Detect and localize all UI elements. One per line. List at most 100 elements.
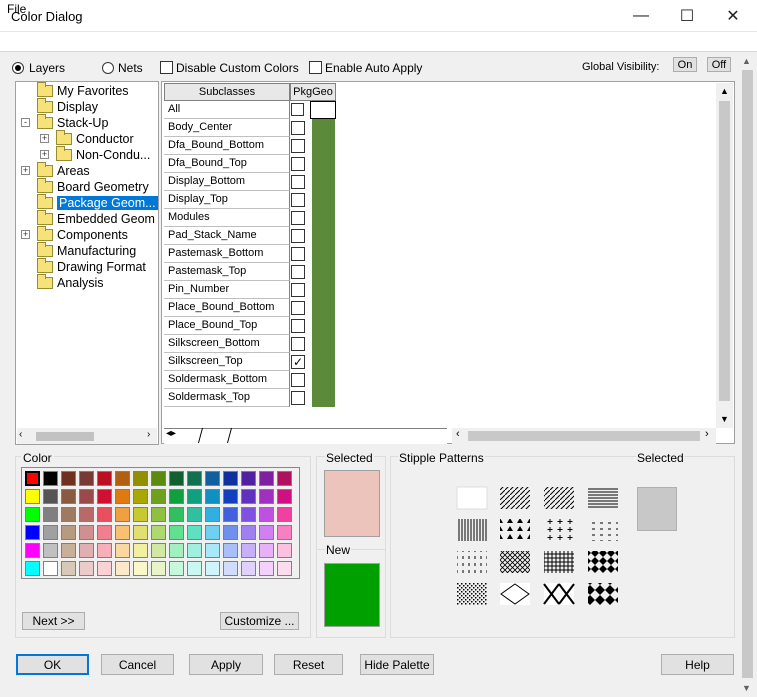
palette-color-cell[interactable] [25, 525, 40, 540]
subclass-color-swatch[interactable] [312, 137, 335, 155]
palette-color-cell[interactable] [187, 471, 202, 486]
palette-color-cell[interactable] [133, 471, 148, 486]
tree-item[interactable]: Components [37, 226, 128, 243]
customize-button[interactable]: Customize ... [220, 612, 299, 630]
palette-color-cell[interactable] [151, 507, 166, 522]
subclass-visibility-checkbox[interactable] [291, 247, 305, 261]
palette-color-cell[interactable] [97, 471, 112, 486]
subclass-color-swatch[interactable] [312, 317, 335, 335]
palette-color-cell[interactable] [169, 561, 184, 576]
tree-item[interactable]: Display [37, 98, 98, 115]
palette-color-cell[interactable] [223, 471, 238, 486]
palette-color-cell[interactable] [61, 507, 76, 522]
palette-color-cell[interactable] [205, 525, 220, 540]
reset-button[interactable]: Reset [274, 654, 343, 675]
palette-color-cell[interactable] [79, 525, 94, 540]
palette-color-cell[interactable] [151, 471, 166, 486]
palette-color-cell[interactable] [187, 507, 202, 522]
subclass-visibility-checkbox[interactable] [291, 283, 305, 297]
subclass-color-swatch[interactable] [312, 389, 335, 407]
subclass-color-swatch[interactable] [312, 245, 335, 263]
tree-item[interactable]: Drawing Format [37, 258, 146, 275]
tree-item[interactable]: Package Geom... [37, 194, 158, 211]
minimize-button[interactable]: — [618, 0, 664, 32]
scroll-down-icon[interactable]: ▼ [720, 414, 729, 424]
layers-radio[interactable] [12, 62, 24, 74]
palette-color-cell[interactable] [115, 561, 130, 576]
palette-color-cell[interactable] [25, 471, 40, 486]
palette-color-cell[interactable] [151, 489, 166, 504]
palette-color-cell[interactable] [259, 561, 274, 576]
palette-color-cell[interactable] [277, 543, 292, 558]
palette-color-cell[interactable] [187, 543, 202, 558]
subclass-visibility-checkbox[interactable] [291, 319, 305, 333]
subclass-color-swatch[interactable] [312, 155, 335, 173]
palette-color-cell[interactable] [25, 543, 40, 558]
tree-expander-icon[interactable]: + [21, 230, 30, 239]
hide-palette-button[interactable]: Hide Palette [360, 654, 434, 675]
palette-color-cell[interactable] [43, 543, 58, 558]
palette-color-cell[interactable] [241, 507, 256, 522]
palette-color-cell[interactable] [43, 471, 58, 486]
subclass-visibility-checkbox[interactable] [291, 229, 305, 243]
tree-expander-icon[interactable]: - [21, 118, 30, 127]
palette-color-cell[interactable] [259, 471, 274, 486]
palette-color-cell[interactable] [133, 489, 148, 504]
subclass-visibility-checkbox[interactable] [291, 265, 305, 279]
palette-color-cell[interactable] [133, 543, 148, 558]
tree-item[interactable]: Embedded Geom [37, 210, 155, 227]
grid-scroll-right-icon[interactable]: › [705, 428, 709, 440]
help-button[interactable]: Help [661, 654, 734, 675]
palette-color-cell[interactable] [133, 525, 148, 540]
palette-color-cell[interactable] [115, 507, 130, 522]
subclass-color-swatch[interactable] [312, 173, 335, 191]
subclass-visibility-checkbox[interactable] [291, 139, 305, 153]
stipple-pattern-grid[interactable] [455, 485, 625, 610]
palette-color-cell[interactable] [79, 561, 94, 576]
palette-color-cell[interactable] [97, 561, 112, 576]
tree-expander-icon[interactable]: + [40, 134, 49, 143]
all-checkbox[interactable] [291, 103, 304, 116]
palette-color-cell[interactable] [205, 561, 220, 576]
palette-color-cell[interactable] [97, 525, 112, 540]
palette-color-cell[interactable] [79, 489, 94, 504]
palette-color-cell[interactable] [25, 561, 40, 576]
palette-color-cell[interactable] [61, 561, 76, 576]
palette-color-cell[interactable] [97, 543, 112, 558]
palette-color-cell[interactable] [241, 489, 256, 504]
palette-color-cell[interactable] [97, 489, 112, 504]
palette-color-cell[interactable] [151, 561, 166, 576]
palette-color-cell[interactable] [205, 543, 220, 558]
palette-color-cell[interactable] [223, 489, 238, 504]
palette-color-cell[interactable] [25, 507, 40, 522]
palette-color-cell[interactable] [277, 507, 292, 522]
palette-color-cell[interactable] [259, 489, 274, 504]
sheet-tab[interactable] [197, 428, 233, 443]
palette-color-cell[interactable] [277, 471, 292, 486]
tree-item[interactable]: Stack-Up [37, 114, 108, 131]
pkggeo-column-header[interactable]: PkgGeo [290, 83, 336, 101]
palette-color-cell[interactable] [61, 489, 76, 504]
palette-color-cell[interactable] [61, 525, 76, 540]
palette-color-cell[interactable] [43, 525, 58, 540]
ok-button[interactable]: OK [16, 654, 89, 675]
palette-color-cell[interactable] [241, 561, 256, 576]
tab-scroll-left-icon[interactable]: ◂▸ [166, 428, 176, 439]
all-swatch[interactable] [310, 101, 336, 119]
tree-item[interactable]: My Favorites [37, 82, 129, 99]
tree-expander-icon[interactable]: + [40, 150, 49, 159]
palette-color-cell[interactable] [169, 489, 184, 504]
palette-color-cell[interactable] [205, 489, 220, 504]
palette-color-cell[interactable] [241, 543, 256, 558]
menu-file[interactable]: File [7, 2, 26, 16]
palette-color-cell[interactable] [169, 471, 184, 486]
palette-color-cell[interactable] [277, 525, 292, 540]
subclass-color-swatch[interactable] [312, 353, 335, 371]
palette-color-cell[interactable] [61, 471, 76, 486]
palette-color-cell[interactable] [133, 507, 148, 522]
palette-color-cell[interactable] [97, 507, 112, 522]
subclass-visibility-checkbox[interactable] [291, 121, 305, 135]
tree-item[interactable]: Non-Condu... [56, 146, 150, 163]
palette-color-cell[interactable] [115, 471, 130, 486]
palette-color-cell[interactable] [259, 543, 274, 558]
